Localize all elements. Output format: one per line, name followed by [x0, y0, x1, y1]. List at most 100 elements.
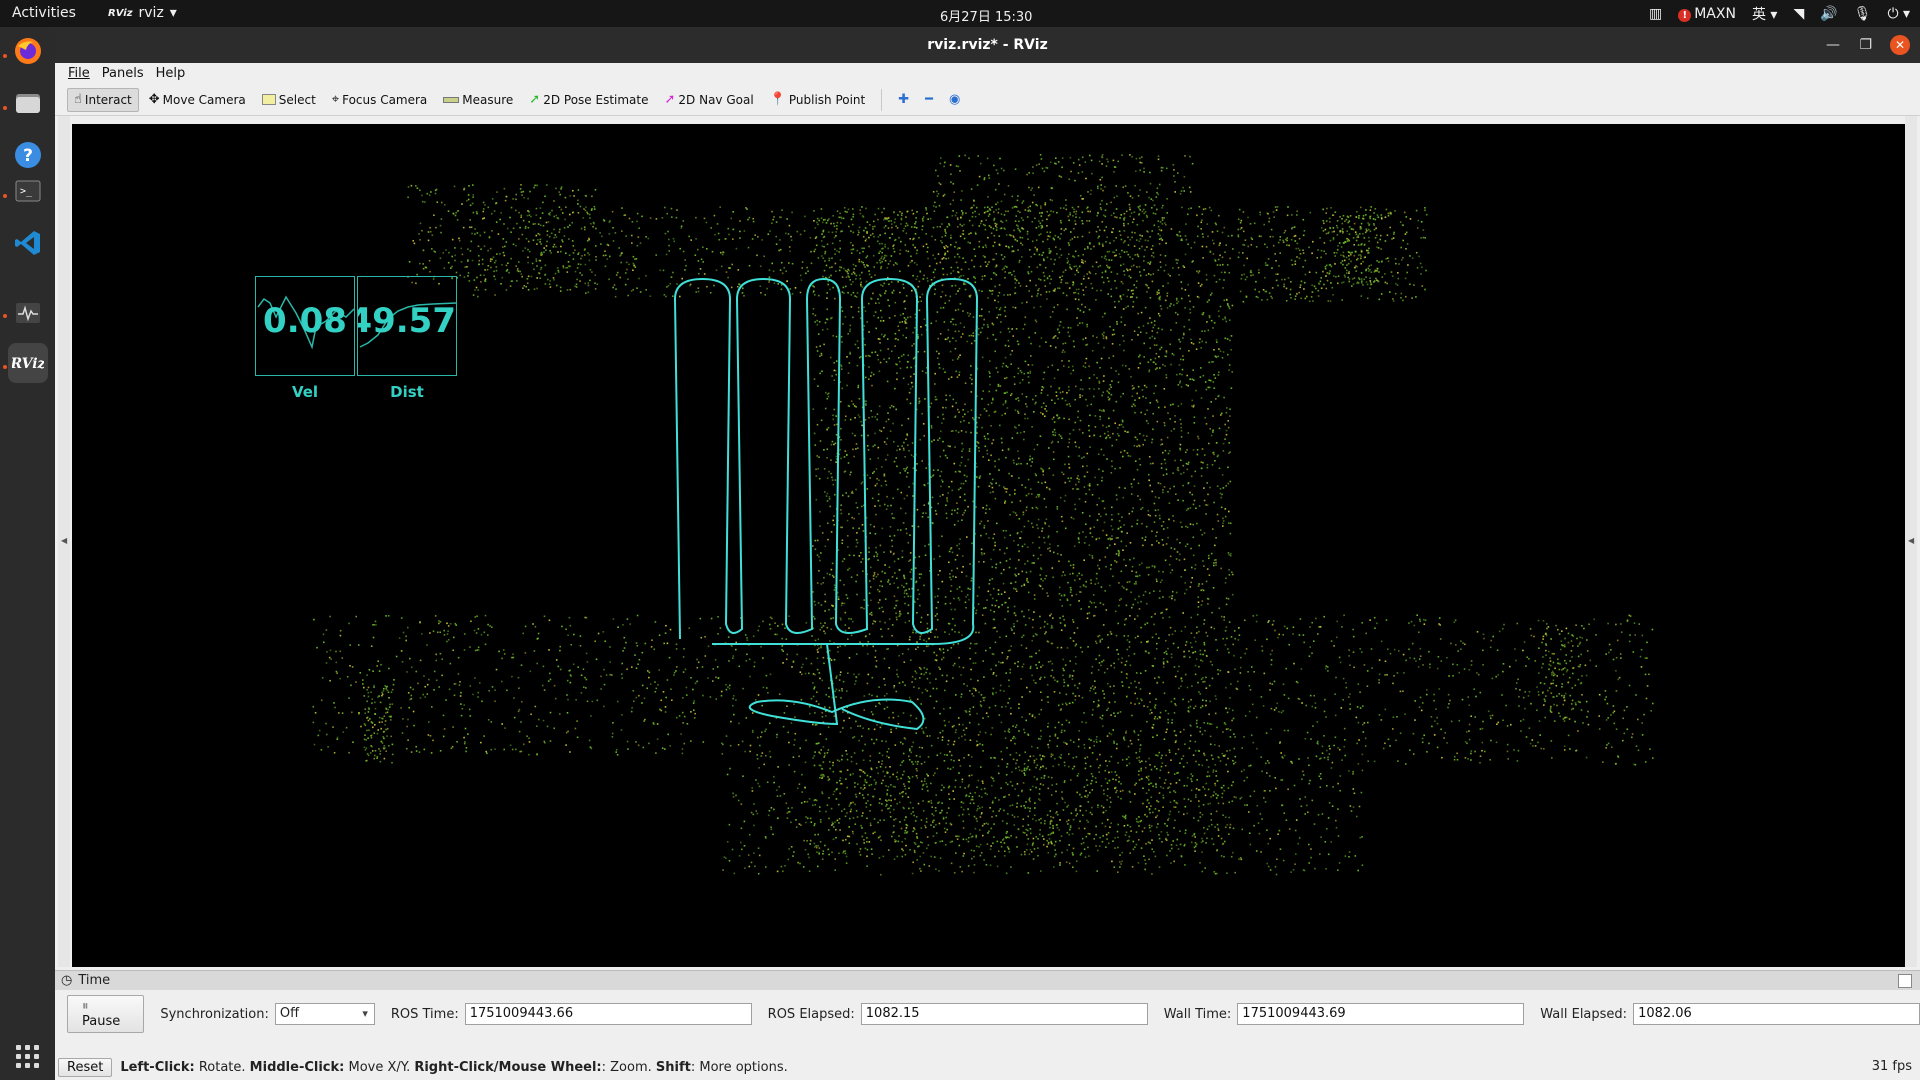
time-panel-title: Time: [78, 973, 111, 988]
interact-tool-button[interactable]: ☝ Interact: [67, 87, 139, 112]
menu-bar: File Panels Help: [55, 63, 1920, 84]
clock[interactable]: 6月27日 15:30: [940, 6, 1032, 25]
sync-label: Synchronization:: [160, 1006, 269, 1022]
power-icon[interactable]: ⏻ ▾: [1887, 6, 1910, 22]
system-tray: ▥ ! MAXN 英 ▾ ◥ 🔊 🎙 ⏻ ▾: [1649, 4, 1910, 24]
trajectory-tail: [748, 643, 925, 731]
publish-point-label: Publish Point: [788, 92, 866, 107]
sync-select[interactable]: Off: [274, 1003, 375, 1025]
point-cloud-map: [312, 154, 1654, 876]
power-mode-label: MAXN: [1694, 6, 1736, 22]
robot-trajectory: [673, 277, 979, 645]
status-bar: Reset Left-Click: Rotate. Middle-Click: …: [55, 1055, 1920, 1080]
add-tool-button[interactable]: ✚: [892, 89, 915, 110]
select-tool-button[interactable]: Select: [256, 89, 322, 111]
chevron-left-icon: ◀: [61, 536, 68, 545]
svg-text:RViz: RViz: [12, 356, 44, 372]
move-camera-icon: ✥: [148, 92, 160, 107]
crosshair-icon: ⌖: [331, 92, 340, 107]
running-indicator: [3, 365, 7, 369]
rviz-small-icon: RViz: [108, 7, 133, 19]
rviz-icon[interactable]: RViz: [8, 343, 48, 383]
reset-button[interactable]: Reset: [58, 1058, 113, 1077]
show-applications-icon[interactable]: [16, 1045, 39, 1068]
files-icon[interactable]: [8, 83, 48, 123]
distance-gauge: 349.57 Dist: [357, 276, 457, 401]
time-panel-header: ◷ Time: [55, 970, 1920, 990]
chevron-down-icon: ▾: [169, 5, 177, 21]
ros-elapsed-field[interactable]: 1082.15: [860, 1003, 1148, 1025]
input-method-indicator[interactable]: 英 ▾: [1752, 4, 1777, 24]
minimize-icon[interactable]: —: [1826, 27, 1840, 63]
fps-counter: 31 fps: [1871, 1059, 1912, 1074]
map-pin-icon: 📍: [769, 92, 786, 107]
green-arrow-icon: ➚: [529, 92, 541, 107]
focus-camera-tool-button[interactable]: ⌖ Focus Camera: [326, 89, 434, 111]
system-monitor-icon[interactable]: [8, 293, 48, 333]
menu-help[interactable]: Help: [151, 66, 191, 81]
firefox-icon[interactable]: [8, 31, 48, 71]
hand-cursor-icon: ☝: [74, 92, 82, 107]
shift-key: Shift: [655, 1060, 691, 1075]
select-box-icon: [261, 94, 276, 105]
activities-button[interactable]: Activities: [12, 5, 76, 21]
nav-goal-tool-button[interactable]: ➚ 2D Nav Goal: [659, 89, 760, 111]
wall-elapsed-label: Wall Elapsed:: [1540, 1006, 1628, 1022]
panel-float-checkbox[interactable]: [1898, 974, 1912, 988]
plus-icon: ✚: [898, 92, 910, 107]
title-bar[interactable]: rviz.rviz* - RViz — ❐ ✕: [55, 27, 1920, 63]
select-label: Select: [278, 92, 316, 107]
help-icon[interactable]: ?: [8, 135, 48, 175]
move-camera-label: Move Camera: [162, 92, 246, 107]
middle-click-desc: Move X/Y.: [344, 1060, 415, 1075]
wall-elapsed-field[interactable]: 1082.06: [1633, 1003, 1920, 1025]
power-mode-indicator[interactable]: ! MAXN: [1678, 6, 1736, 22]
wifi-icon[interactable]: ◥: [1793, 6, 1804, 22]
vscode-icon[interactable]: [8, 223, 48, 263]
ros-time-field[interactable]: 1751009443.66: [464, 1003, 752, 1025]
pause-icon: ⏸: [82, 999, 89, 1014]
right-click-key: Right-Click/Mouse Wheel:: [414, 1060, 602, 1075]
terminal-icon[interactable]: >_: [8, 171, 48, 211]
pause-label: Pause: [82, 1014, 121, 1029]
move-camera-tool-button[interactable]: ✥ Move Camera: [143, 89, 252, 111]
volume-icon[interactable]: 🔊: [1820, 6, 1837, 22]
left-click-key: Left-Click:: [120, 1060, 195, 1075]
ruler-icon: [443, 96, 460, 103]
toolbar-separator: [881, 88, 883, 111]
wall-time-field[interactable]: 1751009443.69: [1237, 1003, 1525, 1025]
eye-icon: ◉: [948, 92, 961, 107]
alert-icon: !: [1678, 9, 1692, 22]
view-options-button[interactable]: ◉: [943, 89, 966, 110]
middle-click-key: Middle-Click:: [249, 1060, 345, 1075]
measure-label: Measure: [462, 92, 514, 107]
restore-icon[interactable]: ❐: [1859, 27, 1872, 63]
ros-elapsed-label: ROS Elapsed:: [767, 1006, 855, 1022]
app-menu-label: rviz: [138, 5, 164, 21]
shift-desc: : More options.: [690, 1060, 788, 1075]
left-dock-collapse[interactable]: ◀: [58, 116, 70, 967]
help-text: Left-Click: Rotate. Middle-Click: Move X…: [120, 1060, 787, 1075]
window-title: rviz.rviz* - RViz: [927, 37, 1048, 53]
3d-viewport[interactable]: 0.08 Vel 349.57 Dist: [72, 124, 1905, 967]
remove-tool-button[interactable]: ━: [919, 89, 939, 110]
menu-panels[interactable]: Panels: [97, 66, 149, 81]
magenta-arrow-icon: ➚: [664, 92, 676, 107]
right-dock-collapse[interactable]: ◀: [1905, 116, 1917, 967]
performance-icon[interactable]: ▥: [1649, 6, 1662, 22]
pause-button[interactable]: ⏸ Pause: [67, 995, 145, 1033]
measure-tool-button[interactable]: Measure: [437, 89, 519, 111]
running-indicator: [3, 54, 7, 58]
publish-point-tool-button[interactable]: 📍 Publish Point: [764, 89, 872, 111]
tool-bar: ☝ Interact ✥ Move Camera Select ⌖ Focus Cam…: [55, 84, 1920, 116]
menu-file[interactable]: File: [63, 66, 95, 81]
right-click-desc: : Zoom.: [601, 1060, 656, 1075]
dock: ? >_ RViz: [0, 27, 55, 1080]
app-menu[interactable]: RViz rviz ▾: [108, 5, 177, 21]
running-indicator: [3, 194, 7, 198]
pose-estimate-tool-button[interactable]: ➚ 2D Pose Estimate: [523, 89, 654, 111]
nav-goal-label: 2D Nav Goal: [678, 92, 754, 107]
velocity-value: 0.08: [263, 301, 347, 341]
close-icon[interactable]: ✕: [1890, 35, 1910, 55]
microphone-icon[interactable]: 🎙: [1854, 6, 1872, 22]
